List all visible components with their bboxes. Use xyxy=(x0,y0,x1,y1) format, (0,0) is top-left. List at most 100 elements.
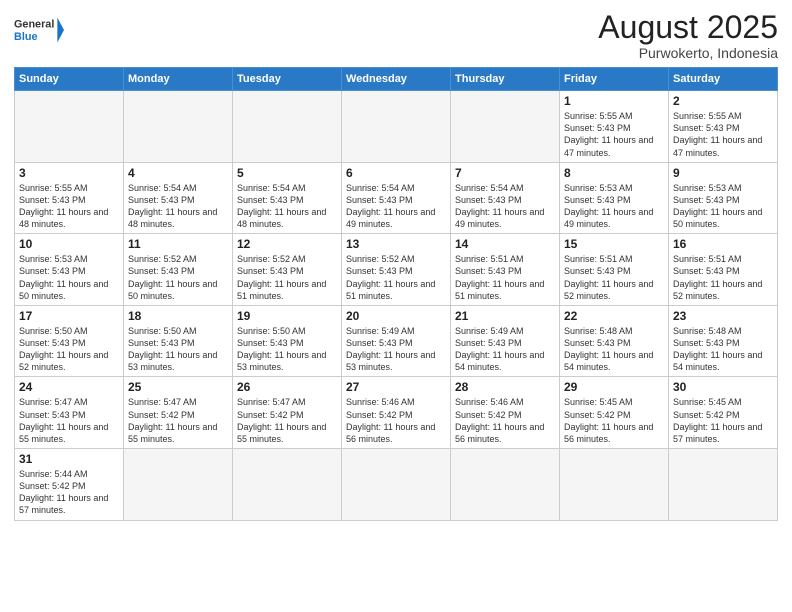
calendar: SundayMondayTuesdayWednesdayThursdayFrid… xyxy=(14,67,778,520)
day-number: 16 xyxy=(673,237,773,251)
calendar-cell: 20Sunrise: 5:49 AM Sunset: 5:43 PM Dayli… xyxy=(342,305,451,377)
svg-text:General: General xyxy=(14,19,54,31)
day-info: Sunrise: 5:55 AM Sunset: 5:43 PM Dayligh… xyxy=(564,110,664,159)
calendar-cell: 5 Sunrise: 5:54 AM Sunset: 5:43 PM Daylig… xyxy=(233,162,342,234)
calendar-cell: 9 Sunrise: 5:53 AM Sunset: 5:43 PM Daylig… xyxy=(669,162,778,234)
calendar-cell: 26Sunrise: 5:47 AM Sunset: 5:42 PM Dayli… xyxy=(233,377,342,449)
calendar-cell: 14 Sunrise: 5:51 AM Sunset: 5:43 PM Dayli… xyxy=(451,234,560,306)
calendar-header-row: SundayMondayTuesdayWednesdayThursdayFrid… xyxy=(15,68,778,91)
calendar-cell: 24Sunrise: 5:47 AM Sunset: 5:43 PM Dayli… xyxy=(15,377,124,449)
calendar-cell: 27 Sunrise: 5:46 AM Sunset: 5:42 PM Dayli… xyxy=(342,377,451,449)
calendar-cell: 13 Sunrise: 5:52 AM Sunset: 5:43 PM Dayli… xyxy=(342,234,451,306)
title-block: August 2025 Purwokerto, Indonesia xyxy=(598,10,778,61)
calendar-cell: 21 Sunrise: 5:49 AM Sunset: 5:43 PM Dayli… xyxy=(451,305,560,377)
calendar-cell: 31Sunrise: 5:44 AM Sunset: 5:42 PM Dayli… xyxy=(15,449,124,521)
calendar-cell: 23 Sunrise: 5:48 AM Sunset: 5:43 PM Dayli… xyxy=(669,305,778,377)
day-info: Sunrise: 5:45 AM Sunset: 5:42 PM Dayligh… xyxy=(564,396,664,445)
calendar-cell: 3 Sunrise: 5:55 AM Sunset: 5:43 PM Daylig… xyxy=(15,162,124,234)
calendar-cell xyxy=(15,91,124,163)
day-info: Sunrise: 5:54 AM Sunset: 5:43 PM Dayligh… xyxy=(237,182,337,231)
day-info: Sunrise: 5:51 AM Sunset: 5:43 PM Dayligh… xyxy=(564,253,664,302)
day-info: Sunrise: 5:46 AM Sunset: 5:42 PM Dayligh… xyxy=(346,396,446,445)
day-info: Sunrise: 5:54 AM Sunset: 5:43 PM Dayligh… xyxy=(455,182,555,231)
day-info: Sunrise: 5:52 AM Sunset: 5:43 PM Dayligh… xyxy=(128,253,228,302)
day-info: Sunrise: 5:52 AM Sunset: 5:43 PM Dayligh… xyxy=(237,253,337,302)
svg-text:Blue: Blue xyxy=(14,31,37,43)
page: General Blue August 2025 Purwokerto, Ind… xyxy=(0,0,792,612)
day-number: 19 xyxy=(237,309,337,323)
calendar-cell: 11 Sunrise: 5:52 AM Sunset: 5:43 PM Dayli… xyxy=(124,234,233,306)
day-number: 27 xyxy=(346,380,446,394)
calendar-cell: 18 Sunrise: 5:50 AM Sunset: 5:43 PM Dayli… xyxy=(124,305,233,377)
calendar-cell xyxy=(451,91,560,163)
calendar-week-4: 24Sunrise: 5:47 AM Sunset: 5:43 PM Dayli… xyxy=(15,377,778,449)
calendar-cell: 25 Sunrise: 5:47 AM Sunset: 5:42 PM Dayli… xyxy=(124,377,233,449)
day-number: 7 xyxy=(455,166,555,180)
day-info: Sunrise: 5:50 AM Sunset: 5:43 PM Dayligh… xyxy=(19,325,119,374)
day-info: Sunrise: 5:54 AM Sunset: 5:43 PM Dayligh… xyxy=(346,182,446,231)
day-info: Sunrise: 5:52 AM Sunset: 5:43 PM Dayligh… xyxy=(346,253,446,302)
calendar-cell: 17 Sunrise: 5:50 AM Sunset: 5:43 PM Dayli… xyxy=(15,305,124,377)
day-number: 29 xyxy=(564,380,664,394)
calendar-cell xyxy=(451,449,560,521)
day-header-sunday: Sunday xyxy=(15,68,124,91)
calendar-week-1: 3 Sunrise: 5:55 AM Sunset: 5:43 PM Daylig… xyxy=(15,162,778,234)
day-info: Sunrise: 5:47 AM Sunset: 5:42 PM Dayligh… xyxy=(128,396,228,445)
day-number: 21 xyxy=(455,309,555,323)
day-info: Sunrise: 5:55 AM Sunset: 5:43 PM Dayligh… xyxy=(19,182,119,231)
day-info: Sunrise: 5:49 AM Sunset: 5:43 PM Dayligh… xyxy=(455,325,555,374)
calendar-cell xyxy=(233,91,342,163)
day-number: 18 xyxy=(128,309,228,323)
calendar-cell: 28Sunrise: 5:46 AM Sunset: 5:42 PM Dayli… xyxy=(451,377,560,449)
day-number: 22 xyxy=(564,309,664,323)
day-info: Sunrise: 5:53 AM Sunset: 5:43 PM Dayligh… xyxy=(19,253,119,302)
day-number: 13 xyxy=(346,237,446,251)
month-year: August 2025 xyxy=(598,10,778,45)
logo: General Blue xyxy=(14,10,64,50)
day-info: Sunrise: 5:50 AM Sunset: 5:43 PM Dayligh… xyxy=(237,325,337,374)
day-number: 17 xyxy=(19,309,119,323)
calendar-cell: 8Sunrise: 5:53 AM Sunset: 5:43 PM Daylig… xyxy=(560,162,669,234)
day-number: 15 xyxy=(564,237,664,251)
day-number: 30 xyxy=(673,380,773,394)
calendar-cell: 4Sunrise: 5:54 AM Sunset: 5:43 PM Daylig… xyxy=(124,162,233,234)
calendar-cell xyxy=(124,91,233,163)
day-header-wednesday: Wednesday xyxy=(342,68,451,91)
day-number: 14 xyxy=(455,237,555,251)
day-info: Sunrise: 5:50 AM Sunset: 5:43 PM Dayligh… xyxy=(128,325,228,374)
day-number: 6 xyxy=(346,166,446,180)
day-number: 3 xyxy=(19,166,119,180)
day-number: 9 xyxy=(673,166,773,180)
day-number: 12 xyxy=(237,237,337,251)
day-info: Sunrise: 5:51 AM Sunset: 5:43 PM Dayligh… xyxy=(455,253,555,302)
day-number: 11 xyxy=(128,237,228,251)
day-number: 2 xyxy=(673,94,773,108)
calendar-cell: 10Sunrise: 5:53 AM Sunset: 5:43 PM Dayli… xyxy=(15,234,124,306)
day-header-thursday: Thursday xyxy=(451,68,560,91)
day-info: Sunrise: 5:48 AM Sunset: 5:43 PM Dayligh… xyxy=(673,325,773,374)
calendar-cell: 2 Sunrise: 5:55 AM Sunset: 5:43 PM Daylig… xyxy=(669,91,778,163)
logo-svg: General Blue xyxy=(14,10,64,50)
day-info: Sunrise: 5:54 AM Sunset: 5:43 PM Dayligh… xyxy=(128,182,228,231)
day-number: 23 xyxy=(673,309,773,323)
calendar-week-5: 31Sunrise: 5:44 AM Sunset: 5:42 PM Dayli… xyxy=(15,449,778,521)
calendar-cell xyxy=(342,449,451,521)
header: General Blue August 2025 Purwokerto, Ind… xyxy=(14,10,778,61)
calendar-cell xyxy=(669,449,778,521)
calendar-cell: 15 Sunrise: 5:51 AM Sunset: 5:43 PM Dayli… xyxy=(560,234,669,306)
calendar-cell: 30Sunrise: 5:45 AM Sunset: 5:42 PM Dayli… xyxy=(669,377,778,449)
calendar-cell: 19 Sunrise: 5:50 AM Sunset: 5:43 PM Dayli… xyxy=(233,305,342,377)
day-info: Sunrise: 5:55 AM Sunset: 5:43 PM Dayligh… xyxy=(673,110,773,159)
day-number: 25 xyxy=(128,380,228,394)
day-header-saturday: Saturday xyxy=(669,68,778,91)
day-header-tuesday: Tuesday xyxy=(233,68,342,91)
day-info: Sunrise: 5:53 AM Sunset: 5:43 PM Dayligh… xyxy=(564,182,664,231)
day-header-monday: Monday xyxy=(124,68,233,91)
calendar-cell xyxy=(233,449,342,521)
day-number: 28 xyxy=(455,380,555,394)
day-info: Sunrise: 5:53 AM Sunset: 5:43 PM Dayligh… xyxy=(673,182,773,231)
calendar-cell: 16Sunrise: 5:51 AM Sunset: 5:43 PM Dayli… xyxy=(669,234,778,306)
day-info: Sunrise: 5:44 AM Sunset: 5:42 PM Dayligh… xyxy=(19,468,119,517)
day-header-friday: Friday xyxy=(560,68,669,91)
day-number: 5 xyxy=(237,166,337,180)
